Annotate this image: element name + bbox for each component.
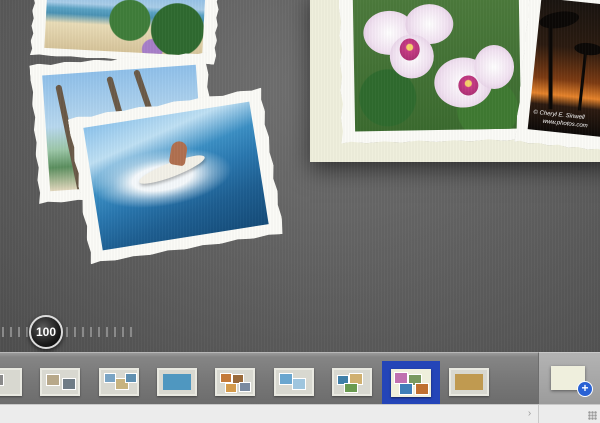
resize-grip-icon[interactable] bbox=[588, 411, 597, 420]
thumbnail-page-4[interactable] bbox=[157, 368, 197, 396]
scroll-right-arrow-icon[interactable]: › bbox=[523, 407, 536, 420]
thumbnail-page-9[interactable] bbox=[449, 368, 489, 396]
thumbnail-page-6[interactable] bbox=[274, 368, 314, 396]
plus-icon: + bbox=[577, 381, 593, 397]
photo-caption: © Cheryl E. Sinwell bbox=[533, 109, 585, 122]
zoom-slider-knob[interactable]: 100 bbox=[29, 315, 63, 349]
thumbnail-page-2[interactable] bbox=[40, 368, 80, 396]
thumbnail-page-5[interactable] bbox=[215, 368, 255, 396]
page-filmstrip[interactable] bbox=[0, 352, 538, 405]
thumbnail-page-1[interactable] bbox=[0, 368, 22, 396]
zoom-slider-track[interactable] bbox=[0, 325, 132, 339]
thumbnail-page-7[interactable] bbox=[332, 368, 372, 396]
photo-canvas[interactable]: © Cheryl E. Sinwell www.photos.com bbox=[0, 0, 600, 352]
thumbnail-page-3[interactable] bbox=[99, 368, 139, 396]
zoom-value: 100 bbox=[35, 325, 57, 339]
thumbnail-page-8-selected[interactable] bbox=[382, 361, 440, 405]
horizontal-scrollbar[interactable]: › bbox=[0, 404, 538, 423]
photo-orchid[interactable] bbox=[339, 0, 536, 144]
album-page[interactable]: © Cheryl E. Sinwell www.photos.com bbox=[310, 0, 600, 162]
add-page-button[interactable]: + bbox=[538, 352, 600, 404]
resize-corner[interactable] bbox=[538, 404, 600, 423]
photo-surfer[interactable] bbox=[68, 88, 285, 265]
